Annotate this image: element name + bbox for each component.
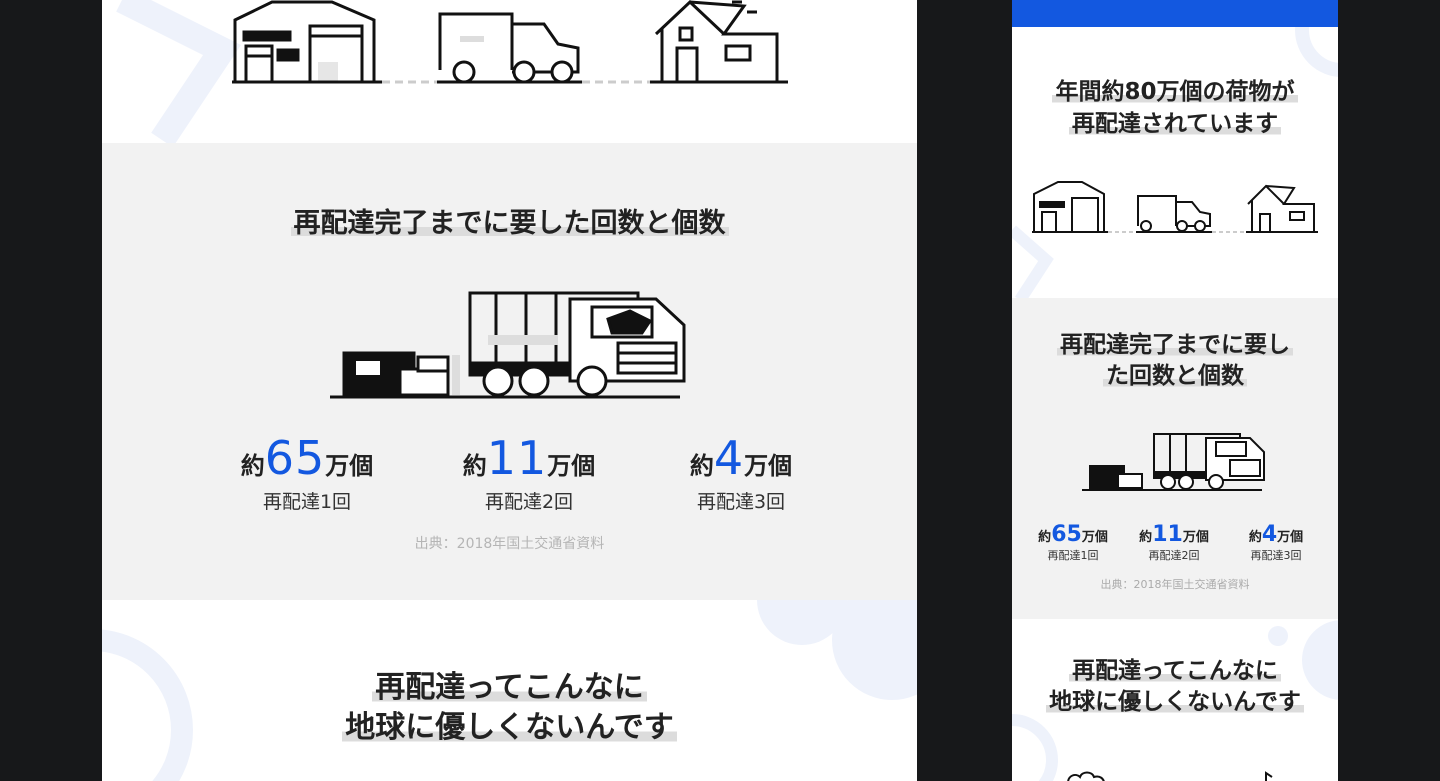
- stat-value: 4: [1261, 522, 1278, 547]
- delivery-route-illustration: [232, 0, 788, 84]
- mobile-preview: 年間約80万個の荷物が 再配達されています 再配達完了までに要し た回数と個数 …: [1012, 0, 1338, 781]
- stat-redelivery-2: 約11万個 再配達2回: [1124, 522, 1224, 563]
- earth-section-title: 再配達ってこんなに 地球に優しくないんです: [1012, 656, 1338, 718]
- stats-section: 再配達完了までに要し た回数と個数 約65万個 再配達1回 約11万個 再配達2…: [1012, 298, 1338, 619]
- stat-redelivery-2: 約11万個 再配達2回: [429, 431, 629, 514]
- cloud-icon: [1067, 771, 1105, 781]
- stat-redelivery-1: 約65万個 再配達1回: [207, 431, 407, 514]
- stat-value: 65: [1051, 522, 1082, 547]
- stat-label: 再配達1回: [1047, 549, 1099, 562]
- earth-section-title: 再配達ってこんなに 地球に優しくないんです: [102, 668, 917, 748]
- delivery-van-icon: [437, 12, 582, 84]
- stat-redelivery-3: 約4万個 再配達3回: [1226, 522, 1326, 563]
- stat-redelivery-1: 約65万個 再配達1回: [1023, 522, 1123, 563]
- header-bar: [1012, 0, 1338, 27]
- desktop-preview: 再配達完了までに要した回数と個数 約65万個 再配達1回 約11万個 再配達2回…: [102, 0, 917, 781]
- stat-redelivery-3: 約4万個 再配達3回: [641, 431, 841, 514]
- delivery-route-illustration: [1032, 181, 1318, 233]
- stat-value: 65: [264, 431, 326, 485]
- intro-title: 年間約80万個の荷物が 再配達されています: [1012, 76, 1338, 140]
- truck-icon: [330, 291, 686, 399]
- stat-label: 再配達2回: [484, 491, 574, 513]
- source-citation: 出典：2018年国土交通省資料: [1100, 578, 1250, 591]
- stats-section: 再配達完了までに要した回数と個数 約65万個 再配達1回 約11万個 再配達2回…: [102, 143, 917, 600]
- stat-value: 11: [486, 431, 548, 485]
- music-note-icon: [1265, 771, 1273, 781]
- warehouse-icon: [232, 0, 382, 84]
- stat-label: 再配達2回: [1148, 549, 1200, 562]
- house-icon: [1246, 184, 1318, 233]
- warehouse-icon: [1032, 181, 1108, 233]
- section-title: 再配達完了までに要し た回数と個数: [1012, 330, 1338, 392]
- stat-value: 4: [713, 431, 745, 485]
- stat-label: 再配達3回: [1250, 549, 1302, 562]
- truck-icon: [1082, 433, 1265, 491]
- source-citation: 出典：2018年国土交通省資料: [414, 536, 605, 552]
- stat-value: 11: [1152, 522, 1183, 547]
- house-icon: [650, 0, 788, 84]
- stat-label: 再配達3回: [696, 491, 786, 513]
- delivery-van-icon: [1136, 195, 1212, 233]
- section-title: 再配達完了までに要した回数と個数: [102, 201, 917, 240]
- stat-label: 再配達1回: [262, 491, 352, 513]
